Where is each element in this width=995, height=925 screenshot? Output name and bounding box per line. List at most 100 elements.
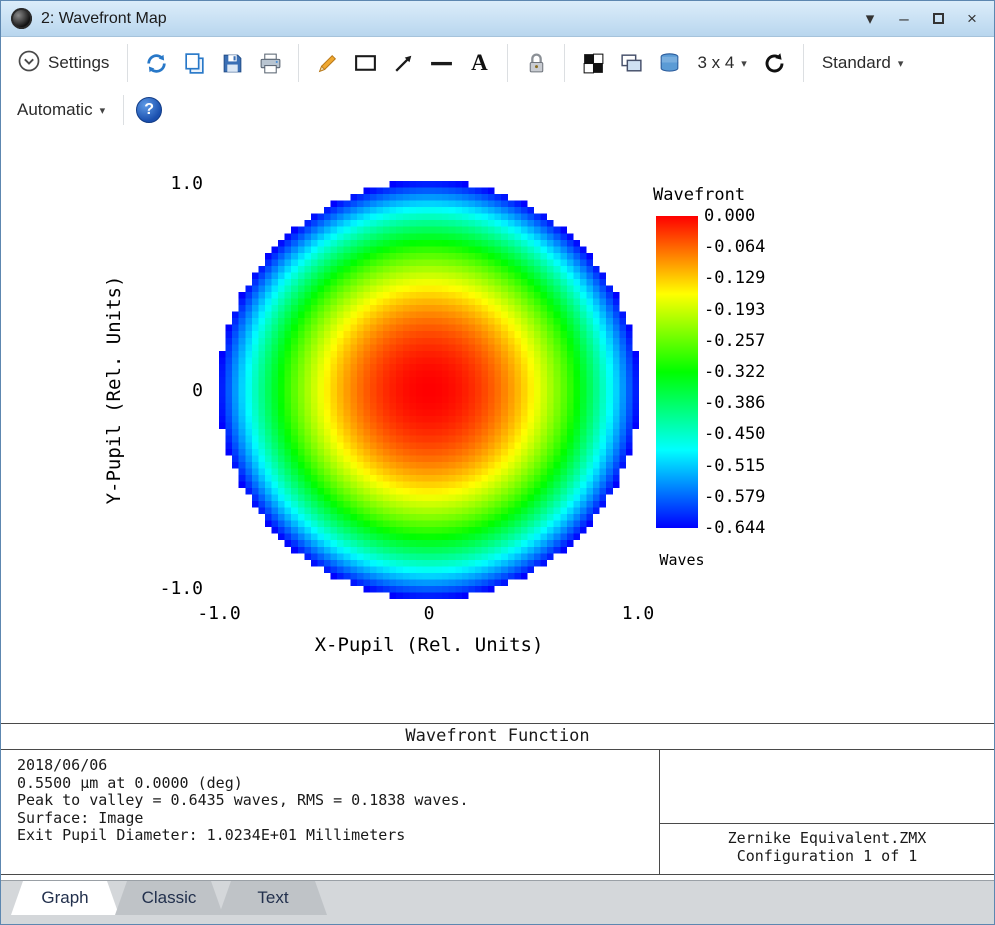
pencil-icon: [315, 51, 340, 76]
rectangle-icon: [353, 51, 378, 76]
x-tick-label: 0: [424, 603, 435, 624]
file-info-cell: Zernike Equivalent.ZMX Configuration 1 o…: [659, 750, 994, 874]
grid-size-label: 3 x 4: [697, 53, 734, 73]
checker-grid-icon: [581, 51, 606, 76]
plot-area: Y-Pupil (Rel. Units) 1.0 0 -1.0 -1.0 0 1…: [1, 131, 994, 723]
pencil-tool-button[interactable]: [311, 45, 343, 81]
legend-tick: -0.579: [704, 489, 765, 505]
maximize-icon: [933, 13, 944, 24]
settings-button[interactable]: Settings: [11, 45, 115, 81]
x-tick-label: 1.0: [622, 603, 655, 624]
titlebar[interactable]: 2: Wavefront Map ▾ – ×: [1, 1, 994, 37]
print-button[interactable]: [254, 45, 286, 81]
save-button[interactable]: [216, 45, 248, 81]
layers-button[interactable]: [653, 45, 685, 81]
window-controls: ▾ – ×: [860, 9, 986, 29]
save-icon: [220, 51, 245, 76]
info-panel-header: Wavefront Function: [1, 724, 994, 750]
analysis-wavelength: 0.5500 μm at 0.0000 (deg): [17, 775, 659, 793]
copy-icon: [182, 51, 207, 76]
reset-button[interactable]: [759, 45, 791, 81]
analysis-surface: Surface: Image: [17, 810, 659, 828]
toolbar-separator: [507, 44, 508, 82]
print-icon: [258, 51, 283, 76]
toolbar-separator: [127, 44, 128, 82]
refresh-icon: [144, 51, 169, 76]
toolbar-secondary: Automatic ▾ ?: [1, 89, 994, 131]
lock-button[interactable]: [520, 45, 552, 81]
automatic-dropdown[interactable]: Automatic ▾: [11, 92, 111, 128]
legend-tick: -0.644: [704, 520, 765, 536]
lens-file-name: Zernike Equivalent.ZMX: [660, 829, 994, 847]
y-tick-label: 1.0: [141, 173, 203, 193]
standard-dropdown-label: Standard: [822, 53, 891, 73]
aspect-ratio-button[interactable]: [577, 45, 609, 81]
maximize-button[interactable]: [928, 9, 948, 29]
analysis-summary: 2018/06/06 0.5500 μm at 0.0000 (deg) Pea…: [1, 750, 659, 874]
info-panel-body: 2018/06/06 0.5500 μm at 0.0000 (deg) Pea…: [1, 750, 994, 874]
settings-chevron-icon: [17, 49, 41, 78]
text-tool-icon: A: [471, 50, 488, 76]
y-tick-label: 0: [141, 380, 203, 400]
x-tick-label: -1.0: [197, 603, 240, 624]
toolbar-main: Settings A: [1, 37, 994, 89]
toolbar-separator: [564, 44, 565, 82]
refresh-button[interactable]: [140, 45, 172, 81]
info-panel: Wavefront Function 2018/06/06 0.5500 μm …: [1, 723, 994, 875]
standard-dropdown[interactable]: Standard ▾: [816, 45, 910, 81]
app-icon: [11, 8, 32, 29]
window-menu-caret-icon[interactable]: ▾: [860, 9, 880, 29]
arrow-tool-button[interactable]: [387, 45, 419, 81]
legend-tick: 0.000: [704, 208, 765, 224]
legend-colorbar: [656, 216, 698, 528]
chevron-down-icon: ▾: [100, 104, 106, 117]
legend-tick: -0.064: [704, 239, 765, 255]
toolbar-separator: [298, 44, 299, 82]
x-axis-label: X-Pupil (Rel. Units): [315, 634, 544, 656]
legend-tick: -0.515: [704, 458, 765, 474]
text-tool-button[interactable]: A: [463, 45, 495, 81]
analysis-exit-pupil: Exit Pupil Diameter: 1.0234E+01 Millimet…: [17, 827, 659, 845]
window-title: 2: Wavefront Map: [41, 10, 860, 28]
automatic-dropdown-label: Automatic: [17, 100, 93, 120]
legend-tick-labels: 0.000 -0.064 -0.129 -0.193 -0.257 -0.322…: [704, 208, 765, 536]
wavefront-map-canvas: [219, 181, 639, 599]
lock-icon: [524, 51, 549, 76]
legend-tick: -0.386: [704, 395, 765, 411]
arrow-icon: [391, 51, 416, 76]
toolbar-separator: [123, 95, 124, 125]
minimize-button[interactable]: –: [894, 9, 914, 29]
legend-tick: -0.450: [704, 426, 765, 442]
y-tick-label: -1.0: [141, 578, 203, 598]
view-tabstrip: Graph Classic Text: [1, 880, 994, 925]
tab-graph[interactable]: Graph: [11, 881, 119, 915]
line-tool-button[interactable]: [425, 45, 457, 81]
configuration-label: Configuration 1 of 1: [660, 847, 994, 865]
file-info: Zernike Equivalent.ZMX Configuration 1 o…: [660, 824, 994, 874]
clone-window-icon: [619, 51, 644, 76]
legend-tick: -0.193: [704, 302, 765, 318]
rectangle-tool-button[interactable]: [349, 45, 381, 81]
tab-classic[interactable]: Classic: [115, 881, 223, 915]
legend-tick: -0.129: [704, 270, 765, 286]
legend-unit-label: Waves: [651, 551, 713, 569]
file-info-empty-cell: [660, 750, 994, 824]
line-icon: [429, 51, 454, 76]
legend-tick: -0.322: [704, 364, 765, 380]
wavefront-map-window: 2: Wavefront Map ▾ – × Settings: [0, 0, 995, 925]
legend-title: Wavefront: [653, 185, 745, 205]
clone-window-button[interactable]: [615, 45, 647, 81]
reset-circular-arrow-icon: [762, 51, 787, 76]
grid-size-dropdown[interactable]: 3 x 4 ▾: [691, 45, 752, 81]
toolbar-separator: [803, 44, 804, 82]
chevron-down-icon: ▾: [741, 57, 747, 70]
y-axis-label: Y-Pupil (Rel. Units): [103, 276, 125, 505]
help-button[interactable]: ?: [136, 97, 162, 123]
analysis-pv-rms: Peak to valley = 0.6435 waves, RMS = 0.1…: [17, 792, 659, 810]
layers-stack-icon: [657, 51, 682, 76]
copy-button[interactable]: [178, 45, 210, 81]
tab-text[interactable]: Text: [219, 881, 327, 915]
close-button[interactable]: ×: [962, 9, 982, 29]
analysis-date: 2018/06/06: [17, 757, 659, 775]
legend-tick: -0.257: [704, 333, 765, 349]
